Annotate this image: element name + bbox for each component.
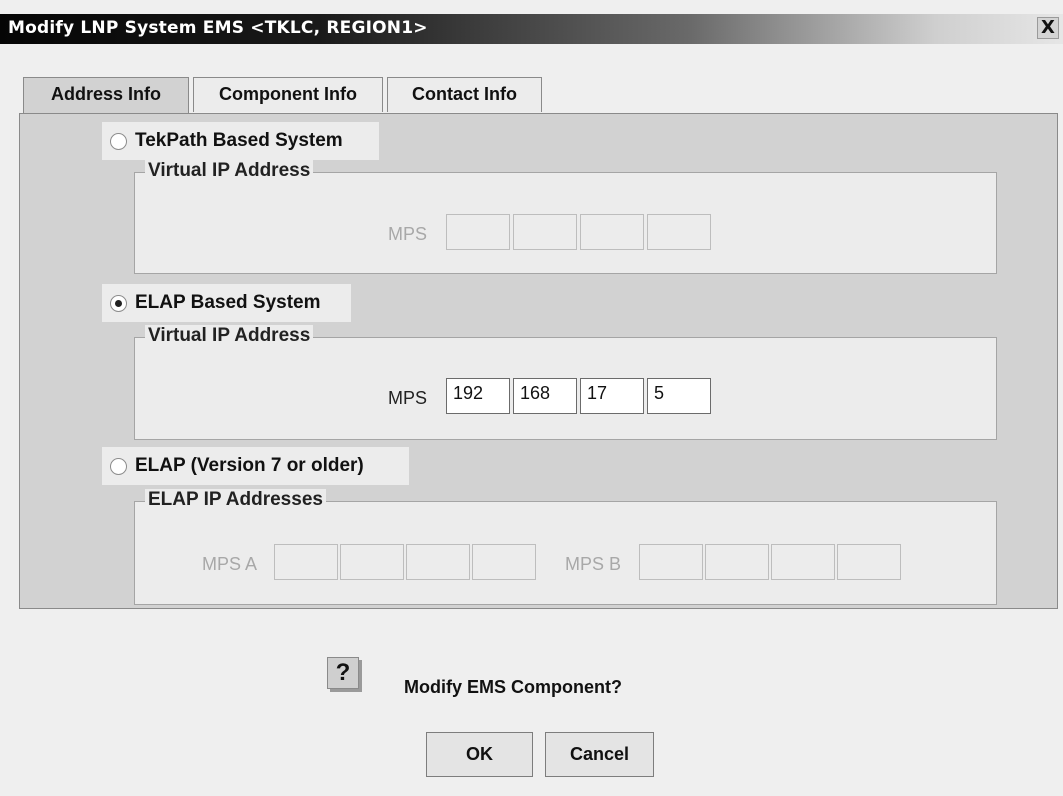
mps-b-octet-3[interactable] (771, 544, 835, 580)
ok-button[interactable]: OK (426, 732, 533, 777)
group-title: Virtual IP Address (145, 160, 314, 182)
tab-address-info[interactable]: Address Info (23, 77, 189, 114)
question-icon: ? (327, 657, 359, 689)
elap-ip-addresses-group: ELAP IP Addresses MPS A MPS B (134, 489, 997, 605)
tekpath-octet-4[interactable] (647, 214, 711, 250)
mps-b-octet-2[interactable] (705, 544, 769, 580)
radio-selected-dot (115, 299, 122, 307)
tekpath-octet-2[interactable] (513, 214, 577, 250)
tekpath-label: TekPath Based System (135, 130, 343, 151)
tekpath-option[interactable]: TekPath Based System (102, 122, 379, 160)
mps-a-octet-4[interactable] (472, 544, 536, 580)
tab-component-info[interactable]: Component Info (193, 77, 383, 112)
elap-option[interactable]: ELAP Based System (102, 284, 351, 322)
mps-a-octet-1[interactable] (274, 544, 338, 580)
elap-old-label: ELAP (Version 7 or older) (135, 455, 364, 476)
window-title: Modify LNP System EMS <TKLC, REGION1> (8, 18, 428, 38)
elap-octet-2[interactable]: 168 (513, 378, 577, 414)
tekpath-radio[interactable] (110, 132, 127, 150)
mps-label: MPS (388, 224, 428, 244)
tab-label: Component Info (219, 84, 357, 104)
cancel-button[interactable]: Cancel (545, 732, 654, 777)
tab-label: Address Info (50, 84, 161, 104)
mps-a-octet-3[interactable] (406, 544, 470, 580)
title-bar: Modify LNP System EMS <TKLC, REGION1> X (0, 14, 1063, 44)
address-info-panel: TekPath Based System Virtual IP Address … (19, 113, 1058, 609)
tab-contact-info[interactable]: Contact Info (387, 77, 542, 112)
ok-label: OK (466, 744, 493, 764)
mps-b-octet-4[interactable] (837, 544, 901, 580)
elap-octet-3[interactable]: 17 (580, 378, 644, 414)
tab-label: Contact Info (412, 84, 517, 104)
mps-a-octet-2[interactable] (340, 544, 404, 580)
cancel-label: Cancel (569, 744, 630, 764)
mps-label: MPS (388, 388, 428, 408)
group-title: ELAP IP Addresses (145, 489, 326, 511)
elap-octet-4[interactable]: 5 (647, 378, 711, 414)
elap-label: ELAP Based System (135, 292, 321, 313)
tekpath-octet-1[interactable] (446, 214, 510, 250)
mps-b-octet-1[interactable] (639, 544, 703, 580)
group-title: Virtual IP Address (145, 325, 314, 347)
tekpath-virtual-ip-group: Virtual IP Address MPS (134, 160, 997, 274)
elap-radio[interactable] (110, 294, 127, 312)
elap-octet-1[interactable]: 192 (446, 378, 510, 414)
confirm-message: Modify EMS Component? (404, 677, 622, 697)
elap-old-radio[interactable] (110, 457, 127, 475)
mps-a-label: MPS A (202, 554, 258, 574)
elap-old-option[interactable]: ELAP (Version 7 or older) (102, 447, 409, 485)
tekpath-octet-3[interactable] (580, 214, 644, 250)
elap-virtual-ip-group: Virtual IP Address MPS 192 168 17 5 (134, 325, 997, 440)
close-button[interactable]: X (1037, 17, 1059, 39)
mps-b-label: MPS B (565, 554, 622, 574)
close-icon: X (1041, 17, 1055, 38)
